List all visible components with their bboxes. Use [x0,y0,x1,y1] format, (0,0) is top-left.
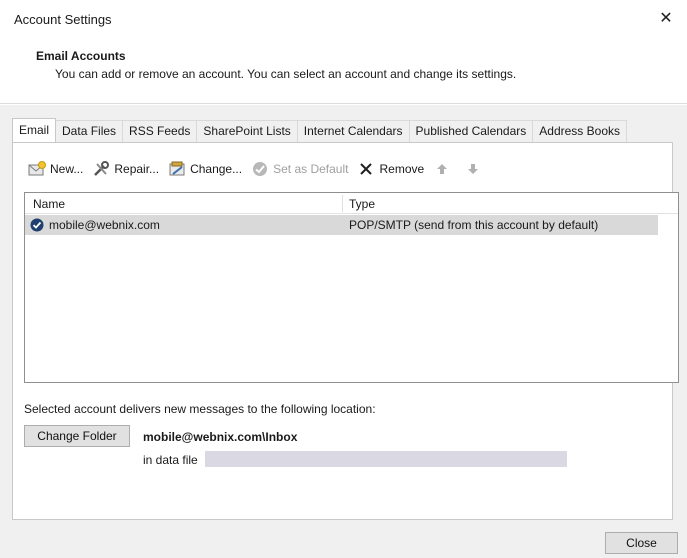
tab-data-files[interactable]: Data Files [55,120,124,142]
wrench-icon [92,160,110,178]
move-up-button[interactable] [433,158,455,180]
column-header-name[interactable]: Name [33,197,65,211]
column-header-type[interactable]: Type [349,197,375,211]
change-account-icon [168,160,186,178]
arrow-up-icon [433,160,451,178]
list-item[interactable]: mobile@webnix.com POP/SMTP (send from th… [25,215,658,235]
change-label: Change... [190,162,243,176]
header-title: Email Accounts [36,49,126,63]
dialog-header: Email Accounts You can add or remove an … [0,36,687,104]
new-label: New... [50,162,84,176]
title-bar: Account Settings ✕ [0,0,687,36]
account-toolbar: New... Repair... Change... Set as Defaul… [28,158,495,180]
set-default-button[interactable]: Set as Default [251,158,348,180]
tab-email[interactable]: Email [12,118,57,142]
remove-button[interactable]: Remove [357,158,424,180]
accounts-list[interactable]: Name Type mobile@webnix.com POP/SMTP (se… [24,192,679,383]
header-description: You can add or remove an account. You ca… [55,67,517,81]
repair-label: Repair... [114,162,160,176]
remove-x-icon [357,160,375,178]
delivery-description: Selected account delivers new messages t… [24,402,376,416]
dialog-footer [0,524,687,558]
delivery-folder-path: mobile@webnix.com\Inbox [143,430,298,444]
tab-rss-feeds[interactable]: RSS Feeds [122,120,198,142]
data-file-label: in data file [143,453,198,467]
remove-label: Remove [379,162,425,176]
change-folder-button[interactable]: Change Folder [24,425,130,447]
data-file-path-redacted [205,451,567,467]
tab-published-calendars[interactable]: Published Calendars [408,120,534,142]
close-icon[interactable]: ✕ [655,8,677,30]
account-name: mobile@webnix.com [49,218,160,232]
account-type: POP/SMTP (send from this account by defa… [349,218,599,232]
move-down-button[interactable] [464,158,486,180]
tab-sharepoint-lists[interactable]: SharePoint Lists [196,120,298,142]
tab-internet-calendars[interactable]: Internet Calendars [296,120,410,142]
new-button[interactable]: New... [28,158,83,180]
column-divider [342,195,343,212]
close-button[interactable]: Close [605,532,678,554]
change-button[interactable]: Change... [168,158,242,180]
tab-strip: Email Data Files RSS Feeds SharePoint Li… [12,118,627,143]
set-default-label: Set as Default [273,162,349,176]
list-header: Name Type [25,193,678,214]
repair-button[interactable]: Repair... [92,158,159,180]
default-account-check-icon [30,218,44,232]
arrow-down-icon [464,160,482,178]
checkmark-circle-icon [251,160,269,178]
window-title: Account Settings [14,12,112,27]
new-account-icon [28,160,46,178]
tab-address-books[interactable]: Address Books [532,120,627,142]
